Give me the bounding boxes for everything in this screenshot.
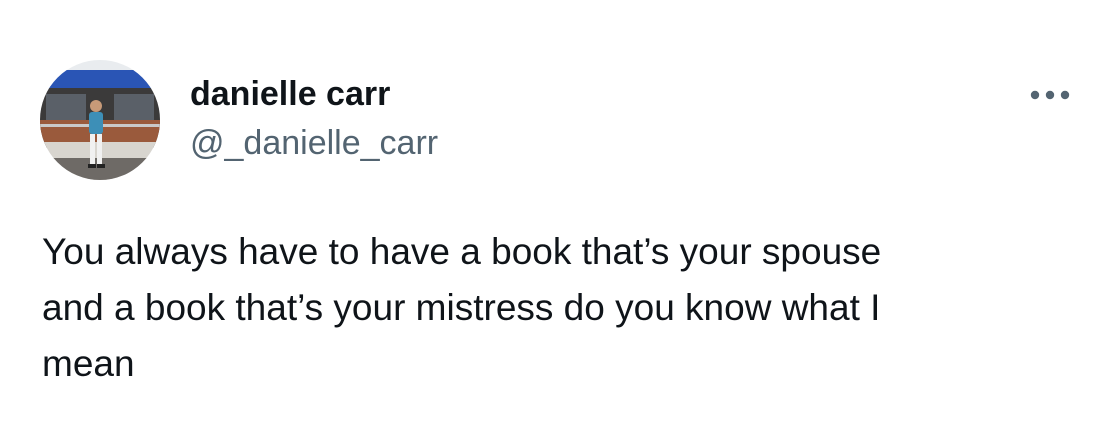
avatar-photo-icon [40, 60, 160, 180]
tweet-text: You always have to have a book that’s yo… [42, 224, 1072, 392]
tweet-text-line: and a book that’s your mistress do you k… [42, 287, 881, 328]
author-handle[interactable]: @_danielle_carr [190, 123, 438, 163]
more-icon [1030, 90, 1070, 100]
author-avatar[interactable] [40, 60, 160, 180]
tweet-text-line: mean [42, 343, 135, 384]
tweet-card: danielle carr @_danielle_carr You always… [0, 0, 1110, 442]
author-display-name[interactable]: danielle carr [190, 74, 390, 114]
more-options-button[interactable] [1024, 78, 1076, 112]
tweet-text-line: You always have to have a book that’s yo… [42, 231, 882, 272]
